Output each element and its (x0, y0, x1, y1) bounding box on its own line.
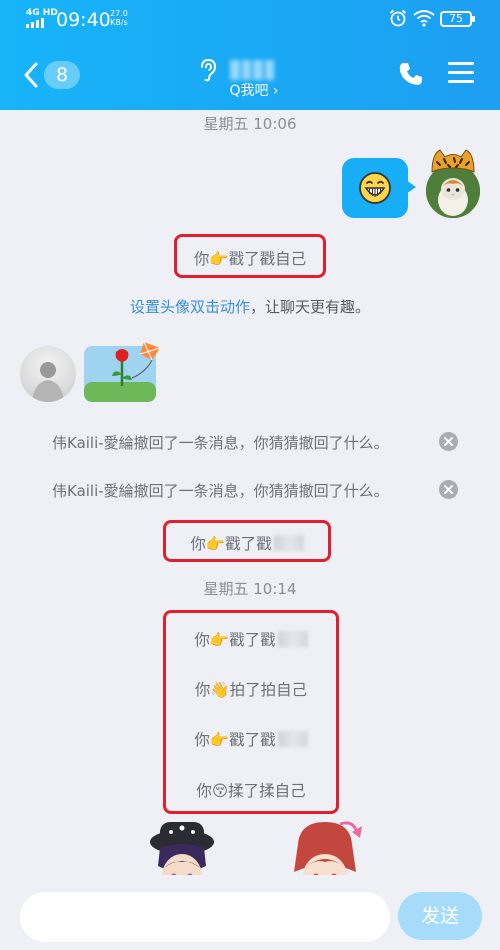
blurred-name (273, 535, 304, 551)
close-icon[interactable] (439, 432, 458, 451)
timestamp: 星期五 10:06 (203, 115, 297, 133)
poke-message: 你👉戳了戳 (166, 628, 336, 650)
chat-area[interactable]: 星期五 10:06 你👉戳了戳自己 设置头像双击动作，让聊天更有趣。 伟Kail… (0, 110, 500, 950)
phone-icon[interactable] (398, 61, 424, 87)
recall-text: 伟Kaili-愛綸撤回了一条消息，你猜猜撤回了什么。 (52, 434, 389, 452)
poke-text: 你👉戳了戳 (190, 535, 272, 553)
signal-icon (26, 18, 48, 28)
contact-name-blurred[interactable] (230, 60, 274, 80)
poke-message: 你👉戳了戳 (166, 728, 336, 750)
person-silhouette-icon (32, 362, 64, 402)
highlight-box: 你👉戳了戳 (163, 520, 331, 562)
highlight-box: 你👉戳了戳自己 (174, 234, 326, 278)
rub-text: 你😚揉了揉自己 (196, 782, 306, 800)
highlight-box: 你👉戳了戳 你👋拍了拍自己 你👉戳了戳 你😚揉了揉自己 (163, 610, 339, 814)
ear-icon[interactable] (198, 58, 218, 82)
poke-text: 你👉戳了戳自己 (193, 250, 307, 268)
network-type: 4G HD (26, 8, 58, 18)
poke-message: 你👉戳了戳自己 (177, 247, 323, 269)
set-avatar-action-link[interactable]: 设置头像双击动作 (130, 298, 250, 316)
status-time: 09:40 (56, 9, 111, 31)
send-button[interactable]: 发送 (398, 892, 482, 940)
speed-value: 27.0 (110, 9, 128, 18)
rose-sticker-image[interactable] (82, 338, 172, 406)
battery-indicator: 75 (440, 11, 475, 27)
rub-message: 你😚揉了揉自己 (166, 779, 336, 801)
pat-message: 你👋拍了拍自己 (166, 678, 336, 700)
user-avatar[interactable] (424, 144, 482, 218)
poke-message: 你👉戳了戳 (166, 532, 328, 554)
hint-rest-text: ，让聊天更有趣。 (250, 298, 371, 316)
grinning-face-icon (359, 172, 391, 204)
status-bar: 4G HD 09:40 27.0 KB/s 75 (0, 0, 500, 40)
recall-text: 伟Kaili-愛綸撤回了一条消息，你猜猜撤回了什么。 (52, 482, 389, 500)
message-input-bar: 发送 (0, 875, 500, 950)
contact-avatar[interactable] (20, 346, 76, 402)
header-subtitle-link[interactable]: Q我吧 › (0, 80, 500, 100)
top-bar: 4G HD 09:40 27.0 KB/s 75 8 Q我吧 › (0, 0, 500, 110)
poke-text: 你👉戳了戳 (194, 631, 276, 649)
close-icon[interactable] (439, 480, 458, 499)
message-input[interactable] (20, 892, 390, 942)
blurred-name (277, 631, 308, 647)
speed-unit: KB/s (110, 18, 128, 27)
poke-text: 你👉戳了戳 (194, 731, 276, 749)
pat-text: 你👋拍了拍自己 (194, 681, 308, 699)
alarm-icon (389, 9, 407, 27)
double-tap-hint: 设置头像双击动作，让聊天更有趣。 (0, 296, 500, 317)
network-speed: 27.0 KB/s (110, 9, 128, 27)
message-bubble-sent[interactable] (342, 158, 416, 218)
recall-notice: 伟Kaili-愛綸撤回了一条消息，你猜猜撤回了什么。 (52, 478, 472, 502)
wifi-icon (413, 10, 435, 27)
blurred-name (277, 731, 308, 747)
timestamp: 星期五 10:14 (203, 580, 297, 598)
menu-icon[interactable] (448, 62, 474, 84)
recall-notice: 伟Kaili-愛綸撤回了一条消息，你猜猜撤回了什么。 (52, 430, 472, 454)
